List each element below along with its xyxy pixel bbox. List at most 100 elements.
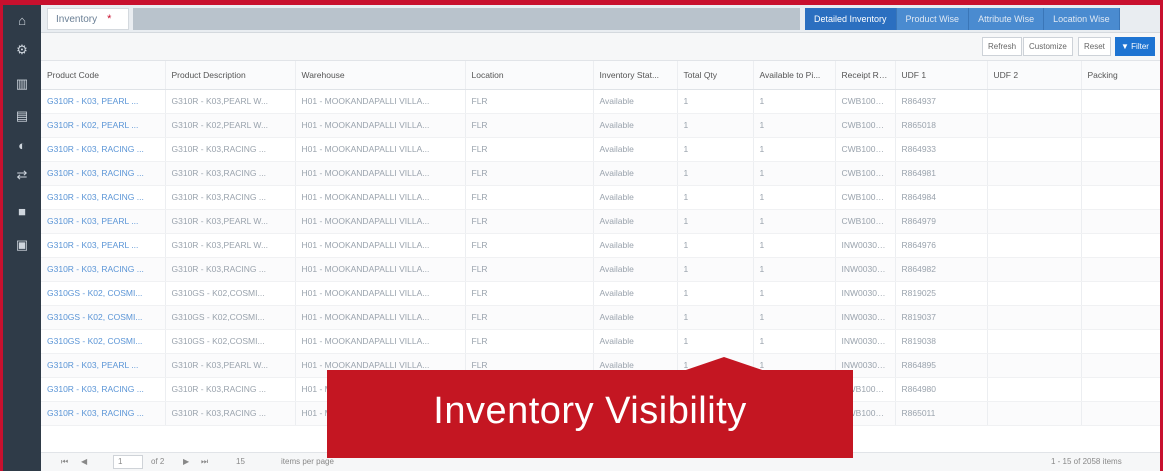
- page-size-select[interactable]: 15: [236, 457, 245, 466]
- table-row[interactable]: G310R - K03, PEARL ... G310R - K03,PEARL …: [41, 89, 1160, 114]
- table-cell: 1: [753, 185, 836, 210]
- table-cell: R864895: [895, 353, 988, 378]
- table-cell: R819038: [895, 329, 988, 354]
- table-cell: [1081, 161, 1160, 186]
- column-header[interactable]: Product Description: [165, 61, 296, 90]
- table-cell[interactable]: G310R - K03, PEARL ...: [41, 209, 166, 234]
- table-cell: 1: [753, 113, 836, 138]
- table-cell: FLR: [465, 137, 594, 162]
- table-cell: G310R - K02,PEARL W...: [165, 113, 296, 138]
- table-cell: G310R - K03,RACING ...: [165, 401, 296, 426]
- table-row[interactable]: G310R - K03, RACING ... G310R - K03,RACIN…: [41, 185, 1160, 210]
- table-row[interactable]: G310R - K03, PEARL ... G310R - K03,PEARL …: [41, 209, 1160, 234]
- tab-attribute-wise[interactable]: Attribute Wise: [969, 8, 1045, 30]
- table-cell[interactable]: G310R - K03, RACING ...: [41, 185, 166, 210]
- table-row[interactable]: G310R - K03, RACING ... G310R - K03,RACIN…: [41, 137, 1160, 162]
- reports-icon[interactable]: ▤: [12, 106, 32, 126]
- table-cell[interactable]: G310R - K03, RACING ...: [41, 137, 166, 162]
- chart-icon[interactable]: ▥: [12, 74, 32, 94]
- last-page-button[interactable]: ⏭: [201, 457, 208, 467]
- dashboard-icon[interactable]: ⌂: [12, 11, 32, 31]
- table-row[interactable]: G310GS - K02, COSMI... G310GS - K02,COSMI…: [41, 281, 1160, 306]
- table-cell[interactable]: G310R - K03, PEARL ...: [41, 353, 166, 378]
- table-cell: 1: [753, 209, 836, 234]
- table-cell: Available: [593, 209, 678, 234]
- table-cell[interactable]: G310GS - K02, COSMI...: [41, 329, 166, 354]
- table-cell: [987, 329, 1082, 354]
- table-cell: [1081, 233, 1160, 258]
- tab-inventory[interactable]: Inventory *: [47, 8, 129, 30]
- table-cell[interactable]: G310R - K03, RACING ...: [41, 257, 166, 282]
- tab-detailed-inventory[interactable]: Detailed Inventory: [805, 8, 897, 30]
- table-cell: CWB100001/...: [835, 161, 896, 186]
- table-cell: G310R - K03,RACING ...: [165, 257, 296, 282]
- column-header[interactable]: Available to Pi...: [753, 61, 836, 90]
- table-cell: G310R - K03,PEARL W...: [165, 233, 296, 258]
- table-cell: Available: [593, 281, 678, 306]
- tab-location-wise[interactable]: Location Wise: [1044, 8, 1120, 30]
- table-cell: [1081, 209, 1160, 234]
- table-cell: 1: [677, 89, 754, 114]
- table-cell[interactable]: G310R - K03, PEARL ...: [41, 233, 166, 258]
- column-header[interactable]: Inventory Stat...: [593, 61, 678, 90]
- items-per-page-label: items per page: [281, 457, 334, 466]
- settings-icon[interactable]: ⚙: [12, 40, 32, 60]
- column-header[interactable]: Packing: [1081, 61, 1160, 90]
- transfer-icon[interactable]: ⇄: [12, 165, 32, 185]
- table-row[interactable]: G310R - K03, RACING ... G310R - K03,RACIN…: [41, 257, 1160, 282]
- table-cell: INW00307440: [835, 257, 896, 282]
- table-cell[interactable]: G310R - K03, RACING ...: [41, 161, 166, 186]
- table-row[interactable]: G310GS - K02, COSMI... G310GS - K02,COSMI…: [41, 329, 1160, 354]
- refresh-button[interactable]: Refresh: [982, 37, 1023, 56]
- table-cell[interactable]: G310R - K03, RACING ...: [41, 401, 166, 426]
- table-cell: R864933: [895, 137, 988, 162]
- table-cell[interactable]: G310GS - K02, COSMI...: [41, 305, 166, 330]
- table-row[interactable]: G310GS - K02, COSMI... G310GS - K02,COSMI…: [41, 305, 1160, 330]
- reset-button[interactable]: Reset: [1078, 37, 1111, 56]
- column-header[interactable]: UDF 1: [895, 61, 988, 90]
- column-header[interactable]: Warehouse: [295, 61, 466, 90]
- book-icon[interactable]: ■: [12, 202, 32, 222]
- table-row[interactable]: G310R - K03, PEARL ... G310R - K03,PEARL …: [41, 233, 1160, 258]
- column-header[interactable]: Product Code: [41, 61, 166, 90]
- table-cell: [987, 257, 1082, 282]
- first-page-button[interactable]: ⏮: [61, 457, 68, 467]
- filter-button[interactable]: ▼ Filter: [1115, 37, 1155, 56]
- column-header[interactable]: Location: [465, 61, 594, 90]
- table-cell[interactable]: G310R - K02, PEARL ...: [41, 113, 166, 138]
- table-cell: FLR: [465, 305, 594, 330]
- table-cell: 1: [753, 329, 836, 354]
- table-cell: Available: [593, 329, 678, 354]
- table-cell[interactable]: G310R - K03, RACING ...: [41, 377, 166, 402]
- table-header-row: Product Code Product Description Warehou…: [41, 61, 1160, 90]
- table-row[interactable]: G310R - K02, PEARL ... G310R - K02,PEARL …: [41, 113, 1160, 138]
- tab-product-wise[interactable]: Product Wise: [896, 8, 970, 30]
- table-cell: [1081, 377, 1160, 402]
- table-cell: [987, 185, 1082, 210]
- table-cell: Available: [593, 137, 678, 162]
- table-cell: CWB100001/...: [835, 89, 896, 114]
- table-cell: CWB100001/...: [835, 137, 896, 162]
- column-header[interactable]: UDF 2: [987, 61, 1082, 90]
- filter-label: Filter: [1131, 42, 1149, 51]
- next-page-button[interactable]: ▶: [183, 457, 189, 466]
- table-cell: R819037: [895, 305, 988, 330]
- table-cell[interactable]: G310R - K03, PEARL ...: [41, 89, 166, 114]
- table-cell: Available: [593, 233, 678, 258]
- page-number-input[interactable]: 1: [113, 455, 143, 469]
- table-cell: [987, 377, 1082, 402]
- table-cell: R864937: [895, 89, 988, 114]
- users-icon[interactable]: ◐: [12, 136, 32, 156]
- table-cell: [987, 161, 1082, 186]
- banner-title: Inventory Visibility: [433, 390, 747, 432]
- column-header[interactable]: Total Qty: [677, 61, 754, 90]
- customize-button[interactable]: Customize: [1023, 37, 1073, 56]
- document-icon[interactable]: ▣: [12, 235, 32, 255]
- tab-inventory-label: Inventory: [56, 14, 98, 25]
- top-bar: Inventory * Detailed Inventory Product Wi…: [41, 5, 1160, 33]
- table-cell[interactable]: G310GS - K02, COSMI...: [41, 281, 166, 306]
- column-header[interactable]: Receipt Refer...: [835, 61, 896, 90]
- table-row[interactable]: G310R - K03, RACING ... G310R - K03,RACIN…: [41, 161, 1160, 186]
- previous-page-button[interactable]: ◀: [81, 457, 87, 466]
- table-cell: G310R - K03,RACING ...: [165, 161, 296, 186]
